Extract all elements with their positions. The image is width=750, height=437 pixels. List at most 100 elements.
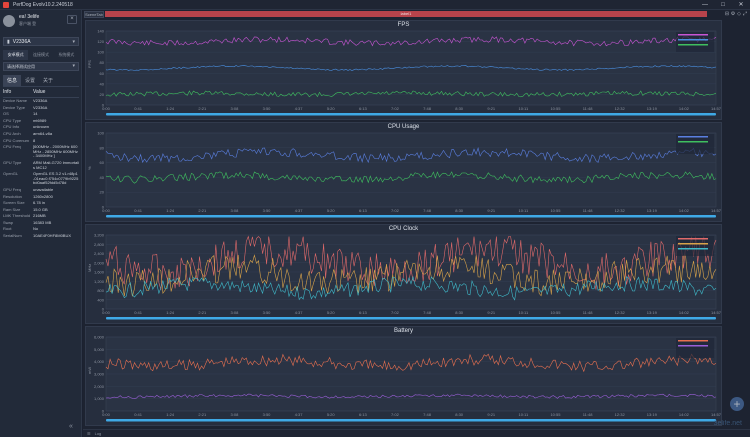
app-select[interactable]: 请选择测试应用 ▾ bbox=[3, 62, 79, 71]
chart-plot[interactable]: 6,0005,0004,0003,0002,0001,0000mW0:00 0:4… bbox=[86, 327, 723, 427]
chevron-down-icon: ▾ bbox=[72, 63, 75, 69]
sidebar: ea! 3elife 客户端 登 × ▮ V2336A ▾ 安卓模式 连接模式 … bbox=[0, 10, 82, 437]
x-tick-label: 0:41 bbox=[134, 208, 143, 213]
x-tick-label: 3:08 bbox=[231, 106, 240, 111]
x-tick-label: 11:48 bbox=[583, 208, 593, 213]
device-select[interactable]: ▮ V2336A ▾ bbox=[3, 37, 79, 46]
collapse-sidebar-icon[interactable]: « bbox=[69, 423, 73, 430]
title-bar: PerfDog Evolv10.2.240518 — □ ✕ bbox=[0, 0, 750, 10]
tab-settings[interactable]: 设置 bbox=[21, 75, 39, 86]
legend-swatch bbox=[678, 243, 708, 245]
x-tick-label: 3:50 bbox=[263, 208, 272, 213]
scene-tab[interactable]: SceneTab bbox=[84, 10, 104, 18]
info-key: Resolution bbox=[3, 193, 22, 199]
time-scrollbar[interactable] bbox=[106, 215, 716, 218]
y-tick-label: 100 bbox=[97, 50, 104, 55]
legend-swatch bbox=[678, 136, 708, 138]
table-row: CPU Freq [600MHz - 2000MHz 600MHz - 2850M… bbox=[3, 144, 79, 160]
tab-info[interactable]: 信息 bbox=[3, 75, 21, 86]
x-tick-label: 14:02 bbox=[679, 412, 690, 417]
user-profile[interactable]: ea! 3elife 客户端 登 bbox=[3, 14, 39, 27]
x-tick-label: 10:11 bbox=[519, 412, 529, 417]
tab-android-mode[interactable]: 安卓模式 bbox=[3, 50, 29, 60]
x-tick-label: 4:37 bbox=[295, 106, 304, 111]
x-tick-label: 13:19 bbox=[647, 310, 658, 315]
add-chart-button[interactable]: + bbox=[730, 397, 744, 411]
x-tick-label: 14:57 bbox=[711, 106, 722, 111]
chart-panel-3[interactable]: Battery 6,000 5,000 4,000 3,000 2,000 1,000 0 mW… bbox=[85, 326, 722, 426]
label-bar[interactable]: label1 bbox=[105, 11, 707, 17]
chart-plot[interactable]: 3,2002,8002,4002,0001,6001,2008004000MHz… bbox=[86, 225, 723, 325]
info-key: CPU Type bbox=[3, 117, 22, 123]
tab-system-mode[interactable]: 系统模式 bbox=[54, 50, 79, 60]
plot-area bbox=[105, 132, 717, 208]
x-tick-label: 14:02 bbox=[679, 310, 690, 315]
watermark: 3elife.net bbox=[713, 420, 742, 427]
y-tick-label: 6,000 bbox=[94, 335, 105, 340]
table-row: CPU Arch arm64-v8a bbox=[3, 131, 79, 138]
table-row: GPU Type ARM Mali-G720 Immortalis MC12 bbox=[3, 160, 79, 171]
y-tick-label: 100 bbox=[97, 131, 104, 136]
header-key: Info bbox=[3, 89, 12, 95]
table-row: GPU Freq unavailable bbox=[3, 187, 79, 194]
info-tabs: 信息 设置 关于 bbox=[3, 75, 79, 87]
info-value: ARM Mali-G720 Immortalis MC12 bbox=[33, 159, 80, 170]
x-tick-label: 14:02 bbox=[679, 106, 690, 111]
close-panel-icon[interactable]: × bbox=[67, 15, 77, 24]
chart-panel-2[interactable]: CPU Clock 3,200 2,800 2,400 2,000 1,600 1,200 8… bbox=[85, 224, 722, 324]
x-tick-label: 1:24 bbox=[166, 208, 175, 213]
info-key: LMK Threshold bbox=[3, 213, 31, 219]
x-tick-label: 14:02 bbox=[679, 208, 690, 213]
table-row: CPU Type mt6989 bbox=[3, 118, 79, 125]
x-tick-label: 3:08 bbox=[231, 208, 240, 213]
user-name: ea! 3elife bbox=[19, 14, 40, 20]
log-icon[interactable]: ☰ bbox=[87, 431, 91, 436]
table-row: Resolution 1260x2800 bbox=[3, 194, 79, 201]
x-tick-label: 2:21 bbox=[198, 106, 207, 111]
expand-icon[interactable]: ⤢ bbox=[742, 10, 748, 18]
x-tick-label: 8:30 bbox=[455, 412, 464, 417]
x-tick-label: 7:48 bbox=[423, 208, 432, 213]
y-axis-label: MHz bbox=[87, 264, 92, 272]
x-tick-label: 6:13 bbox=[359, 208, 368, 213]
chart-plot[interactable]: 140120100806040200FPS0:00 0:41 1:24 2:21 3:0… bbox=[86, 21, 723, 121]
avatar bbox=[3, 14, 15, 27]
y-tick-label: 1,600 bbox=[94, 270, 105, 275]
minimize-button[interactable]: — bbox=[696, 0, 714, 10]
tab-about[interactable]: 关于 bbox=[39, 75, 57, 86]
table-row: SerialNum 10AE4F0HF8M0BUX bbox=[3, 233, 79, 240]
chart-panel-1[interactable]: CPU Usage 100 80 60 40 20 0% 0:00 0:41 1:24 2:21 3:… bbox=[85, 122, 722, 222]
x-tick-label: 0:00 bbox=[102, 310, 111, 315]
time-scrollbar[interactable] bbox=[106, 317, 716, 320]
table-row: OS 14 bbox=[3, 111, 79, 118]
table-row: Device Name V2336A bbox=[3, 98, 79, 105]
x-tick-label: 13:19 bbox=[647, 106, 658, 111]
x-tick-label: 4:37 bbox=[295, 310, 304, 315]
info-key: CPU Freq bbox=[3, 144, 21, 150]
chart-panel-0[interactable]: FPS 140 120 100 80 60 40 20 0 FPS 0:00 0:41 1:24 2:21… bbox=[85, 20, 722, 120]
info-value: [600MHz - 2000MHz 600MHz - 2850MHz 600MH… bbox=[33, 144, 78, 159]
x-tick-label: 3:08 bbox=[231, 310, 240, 315]
y-tick-label: 120 bbox=[97, 39, 104, 44]
time-scrollbar[interactable] bbox=[106, 113, 716, 116]
y-tick-label: 80 bbox=[100, 145, 105, 150]
y-axis-label: mW bbox=[87, 367, 92, 374]
time-scrollbar[interactable] bbox=[106, 419, 716, 422]
close-button[interactable]: ✕ bbox=[732, 0, 750, 10]
chart-plot[interactable]: 100806040200%0:00 0:41 1:24 2:21 3:08 3:50 4:3… bbox=[86, 123, 723, 223]
bottom-bar: ☰ Log bbox=[83, 429, 750, 437]
maximize-button[interactable]: □ bbox=[714, 0, 732, 10]
x-tick-label: 10:11 bbox=[519, 106, 529, 111]
info-value: 16383 MB bbox=[33, 219, 52, 225]
legend-swatch bbox=[678, 340, 708, 342]
x-tick-label: 2:21 bbox=[198, 310, 207, 315]
log-label[interactable]: Log bbox=[95, 431, 102, 436]
user-subtitle: 客户端 登 bbox=[19, 21, 37, 26]
tab-connect-mode[interactable]: 连接模式 bbox=[28, 50, 53, 60]
legend-swatch bbox=[678, 141, 708, 143]
info-key: CPU Arch bbox=[3, 130, 21, 136]
info-key: CPU Corenum bbox=[3, 137, 30, 143]
chevron-down-icon: ▾ bbox=[72, 38, 75, 45]
info-key: Root bbox=[3, 226, 12, 232]
info-value: arm64-v8a bbox=[33, 130, 53, 136]
